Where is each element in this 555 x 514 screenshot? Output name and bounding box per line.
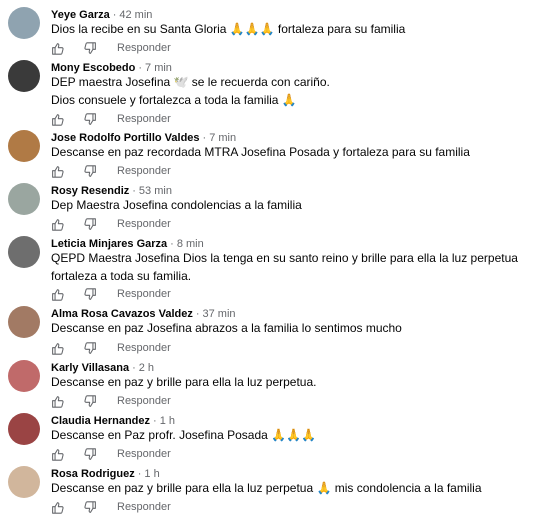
like-icon[interactable]: [51, 113, 64, 126]
comment-text: Descanse en paz recordada MTRA Josefina …: [51, 145, 470, 159]
avatar[interactable]: [8, 60, 40, 92]
avatar[interactable]: [8, 466, 40, 498]
comment-text: Descanse en paz y brille para ella la lu…: [51, 375, 317, 389]
avatar[interactable]: [8, 130, 40, 162]
dislike-icon[interactable]: [84, 394, 97, 408]
avatar[interactable]: [8, 306, 40, 338]
avatar[interactable]: [8, 236, 40, 268]
like-icon[interactable]: [51, 165, 64, 178]
comment-text: QEPD Maestra Josefina Dios la tenga en s…: [51, 251, 518, 283]
like-icon[interactable]: [51, 218, 64, 231]
avatar[interactable]: [8, 360, 40, 392]
dislike-icon[interactable]: [84, 287, 97, 301]
comment-text: Descanse en paz y brille para ella la lu…: [51, 481, 482, 495]
comment-text: Dios la recibe en su Santa Gloria 🙏🙏🙏 fo…: [51, 22, 406, 36]
dislike-icon[interactable]: [84, 217, 97, 231]
dislike-icon[interactable]: [84, 164, 97, 178]
like-icon[interactable]: [51, 395, 64, 408]
reply-button[interactable]: Responder: [117, 218, 171, 230]
like-icon[interactable]: [51, 288, 64, 301]
comment-text: Descanse en paz Josefina abrazos a la fa…: [51, 321, 402, 335]
dislike-icon[interactable]: [84, 447, 97, 461]
comment-text: DEP maestra Josefina 🕊️ se le recuerda c…: [51, 75, 330, 107]
avatar[interactable]: [8, 7, 40, 39]
reply-button[interactable]: Responder: [117, 165, 171, 177]
like-icon[interactable]: [51, 42, 64, 55]
dislike-icon[interactable]: [84, 112, 97, 126]
dislike-icon[interactable]: [84, 41, 97, 55]
like-icon[interactable]: [51, 448, 64, 461]
reply-button[interactable]: Responder: [117, 42, 171, 54]
reply-button[interactable]: Responder: [117, 448, 171, 460]
avatar[interactable]: [8, 413, 40, 445]
reply-button[interactable]: Responder: [117, 342, 171, 354]
comment-text: Dep Maestra Josefina condolencias a la f…: [51, 198, 302, 212]
like-icon[interactable]: [51, 342, 64, 355]
like-icon[interactable]: [51, 501, 64, 514]
dislike-icon[interactable]: [84, 341, 97, 355]
dislike-icon[interactable]: [84, 500, 97, 514]
reply-button[interactable]: Responder: [117, 288, 171, 300]
reply-button[interactable]: Responder: [117, 113, 171, 125]
avatar[interactable]: [8, 183, 40, 215]
reply-button[interactable]: Responder: [117, 395, 171, 407]
comment-text: Descanse en Paz profr. Josefina Posada 🙏…: [51, 428, 316, 442]
reply-button[interactable]: Responder: [117, 501, 171, 513]
